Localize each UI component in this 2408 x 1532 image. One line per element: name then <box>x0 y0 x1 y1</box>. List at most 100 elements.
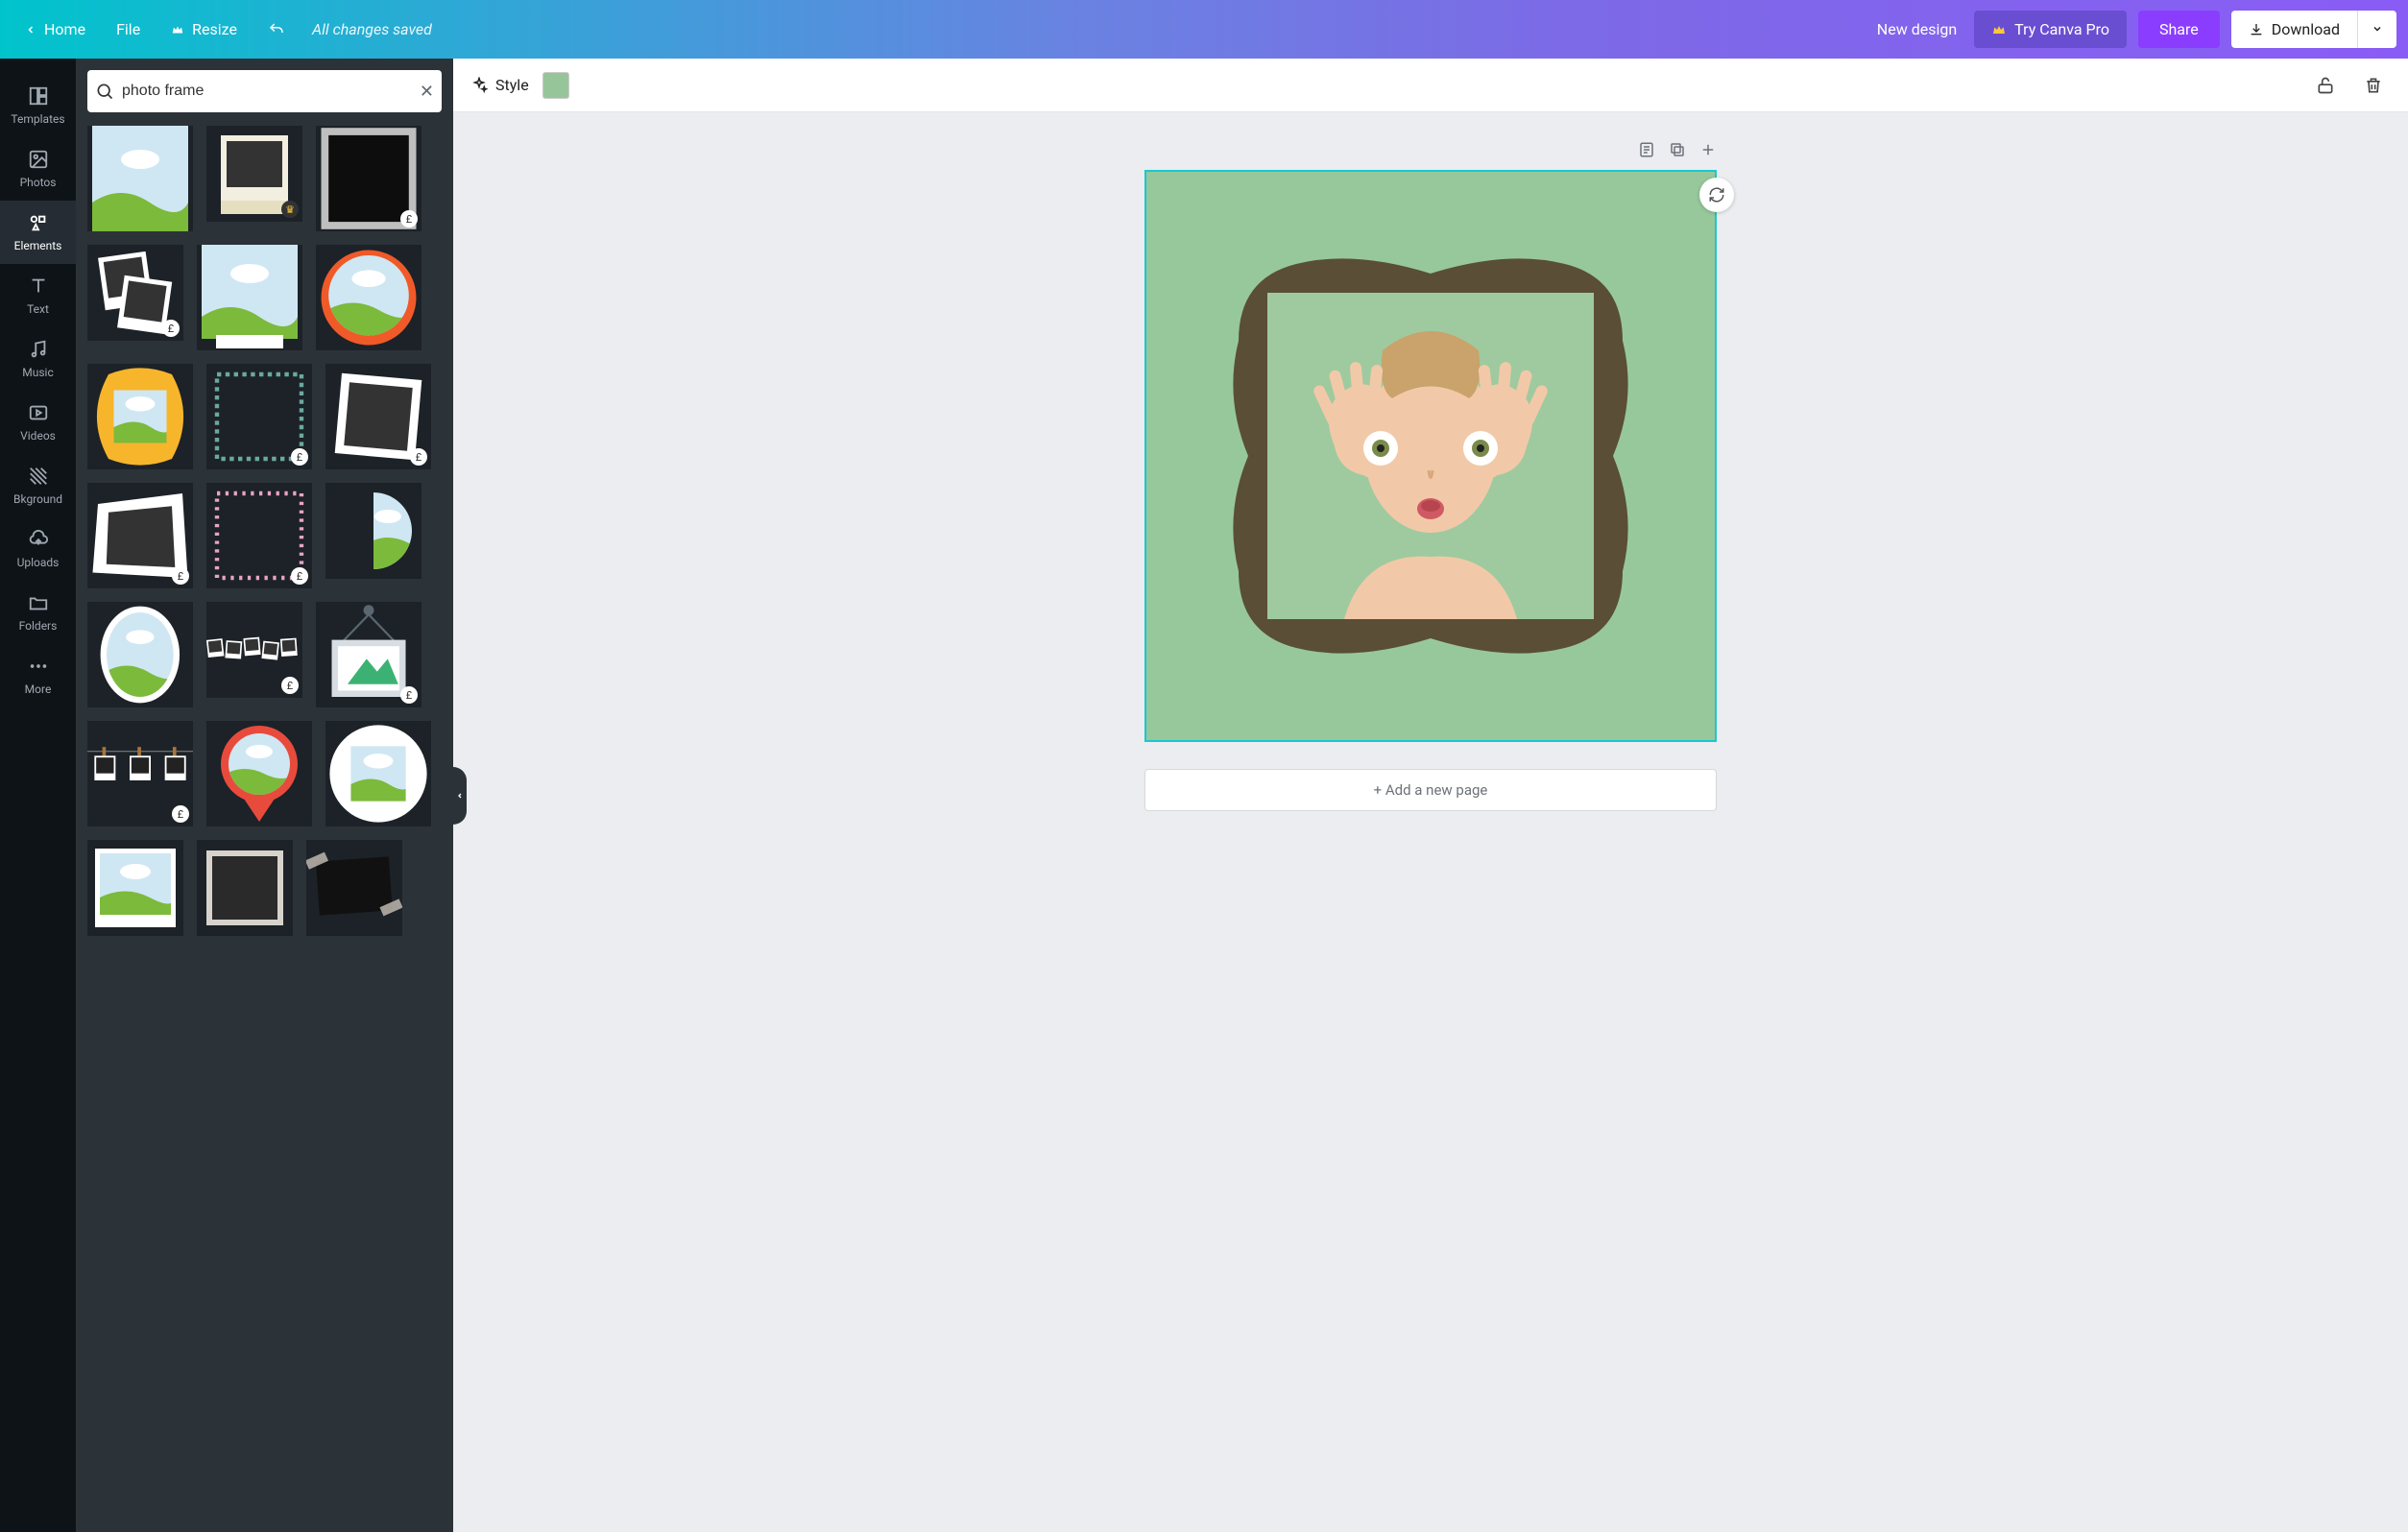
chevron-left-icon <box>25 24 36 36</box>
try-pro-label: Try Canva Pro <box>2014 20 2109 38</box>
frame-thumb-oval[interactable] <box>87 602 193 707</box>
frame-thumb-stamp-teal[interactable]: £ <box>206 364 312 469</box>
photos-icon <box>28 149 49 170</box>
photo-placeholder[interactable] <box>1267 293 1594 619</box>
top-toolbar: Home File Resize All changes saved New d… <box>0 0 2408 59</box>
new-design-button[interactable]: New design <box>1864 12 1970 46</box>
search-results-grid[interactable]: ♛ £ £ £ <box>87 126 442 1520</box>
add-page-icon-button[interactable] <box>1699 141 1717 162</box>
frame-thumb-landscape[interactable] <box>87 126 193 231</box>
photo-frame-element[interactable] <box>1210 235 1651 677</box>
resize-label: Resize <box>192 20 237 38</box>
add-new-page-button[interactable]: + Add a new page <box>1144 769 1717 811</box>
home-label: Home <box>44 20 85 38</box>
nav-elements[interactable]: Elements <box>0 201 76 264</box>
search-field-wrapper: ✕ <box>87 70 442 112</box>
file-menu[interactable]: File <box>103 12 154 46</box>
pro-badge-icon: ♛ <box>281 201 299 218</box>
frame-thumb-pin-red[interactable] <box>206 721 312 826</box>
unlock-button[interactable] <box>2308 68 2343 103</box>
folders-icon <box>28 592 49 613</box>
frame-thumb-half-circle[interactable] <box>325 483 421 579</box>
frame-thumb-ornate-yellow[interactable] <box>87 364 193 469</box>
home-button[interactable]: Home <box>12 12 99 46</box>
music-icon <box>28 339 49 360</box>
frame-thumb-polaroid-strip[interactable]: £ <box>206 602 302 698</box>
nav-background-label: Bkground <box>13 492 62 506</box>
crown-icon <box>1991 22 2007 37</box>
frame-thumb-landscape-copy[interactable] <box>87 840 183 936</box>
share-label: Share <box>2159 20 2199 38</box>
frame-thumb-stacked-polaroids[interactable]: £ <box>87 245 183 341</box>
download-label: Download <box>2272 20 2340 38</box>
frame-thumb-hanging-picture[interactable]: £ <box>316 602 421 707</box>
frame-thumb-tilted-white[interactable]: £ <box>325 364 431 469</box>
download-menu-button[interactable] <box>2357 11 2396 48</box>
add-page-label: + Add a new page <box>1374 781 1488 799</box>
nav-more-label: More <box>25 682 52 696</box>
download-icon <box>2249 22 2264 37</box>
style-label: Style <box>495 76 529 94</box>
nav-videos-label: Videos <box>20 429 56 443</box>
nav-elements-label: Elements <box>14 239 62 252</box>
price-badge-icon: £ <box>400 210 418 227</box>
price-badge-icon: £ <box>172 567 189 585</box>
clear-search-button[interactable]: ✕ <box>420 82 434 102</box>
nav-folders[interactable]: Folders <box>0 581 76 644</box>
frame-thumb-clothesline[interactable]: £ <box>87 721 193 826</box>
style-button[interactable]: Style <box>470 76 529 94</box>
nav-videos[interactable]: Videos <box>0 391 76 454</box>
price-badge-icon: £ <box>281 677 299 694</box>
download-button[interactable]: Download <box>2231 11 2357 48</box>
frame-thumb-circle-orange[interactable] <box>316 245 421 350</box>
nav-more[interactable]: More <box>0 644 76 707</box>
price-badge-icon: £ <box>172 805 189 823</box>
videos-icon <box>28 402 49 423</box>
canvas-color-swatch[interactable] <box>542 72 569 99</box>
nav-text[interactable]: Text <box>0 264 76 327</box>
editor-area: Style <box>453 59 2408 1532</box>
plus-icon <box>1699 141 1717 158</box>
editor-toolbar: Style <box>453 59 2408 112</box>
nav-uploads[interactable]: Uploads <box>0 517 76 581</box>
delete-button[interactable] <box>2356 68 2391 103</box>
frame-thumb-perspective-white[interactable]: £ <box>87 483 193 588</box>
frame-thumb-dark-gradient[interactable] <box>197 840 293 936</box>
undo-icon <box>268 21 285 38</box>
undo-button[interactable] <box>254 13 299 46</box>
share-button[interactable]: Share <box>2138 11 2220 48</box>
search-input[interactable] <box>122 83 412 100</box>
try-canva-pro-button[interactable]: Try Canva Pro <box>1974 11 2127 48</box>
uploads-icon <box>28 529 49 550</box>
sparkle-icon <box>470 77 488 94</box>
nav-templates[interactable]: Templates <box>0 74 76 137</box>
nav-photos[interactable]: Photos <box>0 137 76 201</box>
background-icon <box>28 466 49 487</box>
frame-thumb-taped-photo[interactable] <box>306 840 402 936</box>
frame-thumb-landscape-caption[interactable] <box>197 245 302 350</box>
page-notes-button[interactable] <box>1638 141 1655 162</box>
duplicate-icon <box>1669 141 1686 158</box>
price-badge-icon: £ <box>291 448 308 466</box>
search-icon <box>95 82 114 101</box>
price-badge-icon: £ <box>410 448 427 466</box>
duplicate-page-button[interactable] <box>1669 141 1686 162</box>
new-design-label: New design <box>1877 20 1957 38</box>
frame-thumb-grey-border[interactable]: £ <box>316 126 421 231</box>
frame-thumb-stamp-pink[interactable]: £ <box>206 483 312 588</box>
collapse-panel-button[interactable] <box>453 767 467 825</box>
refresh-icon <box>1708 186 1725 203</box>
nav-uploads-label: Uploads <box>17 556 60 569</box>
regenerate-button[interactable] <box>1699 178 1734 212</box>
unlock-icon <box>2316 76 2335 95</box>
canvas-page[interactable] <box>1144 170 1717 742</box>
left-nav-rail: Templates Photos Elements Text Music Vid… <box>0 59 76 1532</box>
nav-music-label: Music <box>22 366 53 379</box>
nav-background[interactable]: Bkground <box>0 454 76 517</box>
nav-music[interactable]: Music <box>0 327 76 391</box>
canvas-scroll-area[interactable]: + Add a new page <box>453 112 2408 1532</box>
frame-thumb-circle-white[interactable] <box>325 721 431 826</box>
notes-icon <box>1638 141 1655 158</box>
resize-button[interactable]: Resize <box>157 12 251 46</box>
frame-thumb-polaroid[interactable]: ♛ <box>206 126 302 222</box>
